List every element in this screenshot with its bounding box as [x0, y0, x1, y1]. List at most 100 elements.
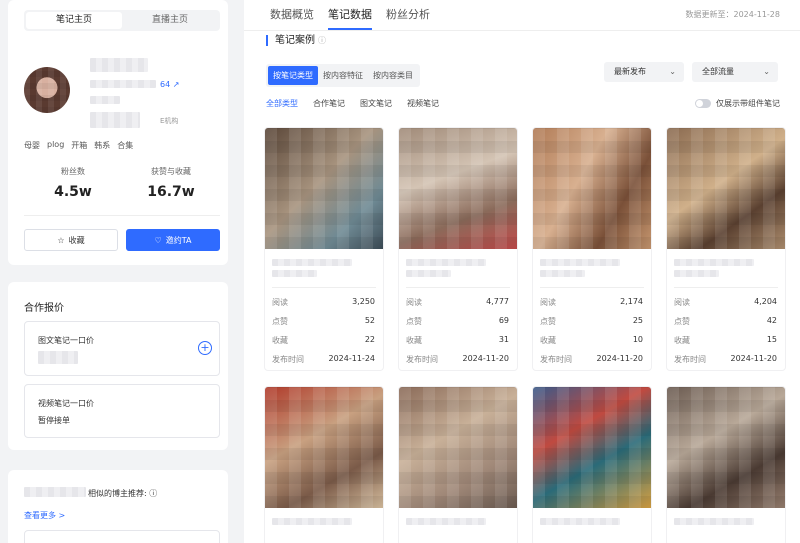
blurred-title [406, 518, 486, 525]
note-thumbnail [265, 387, 383, 508]
note-thumbnail [533, 128, 651, 249]
tag: 开箱 [71, 141, 88, 150]
note-card[interactable]: 阅读 3,250 点赞 52 收藏 22 发布时间 2024-11-24 [264, 127, 384, 371]
segment-by-feature[interactable]: 按内容特征 [318, 66, 368, 85]
divider [24, 215, 220, 216]
metric-favorites: 收藏 22 [272, 335, 375, 345]
blurred-info [90, 96, 120, 104]
type-filters: 全部类型 合作笔记 图文笔记 视频笔记 [266, 98, 439, 109]
blurred-title [674, 270, 719, 277]
section-title: 笔记案例 ⓘ [266, 35, 326, 46]
divider [244, 30, 800, 31]
note-thumbnail [667, 387, 785, 508]
note-card[interactable]: 阅读 2,174 点赞 25 收藏 10 发布时间 2024-11-20 [532, 127, 652, 371]
invite-label: 邀约TA [165, 235, 192, 245]
quote-image-note: 图文笔记一口价 + [24, 321, 220, 376]
metric-likes: 点赞 42 [674, 316, 777, 326]
tab-live-home[interactable]: 直播主页 [122, 12, 218, 29]
blurred-title [272, 259, 352, 266]
metric-date: 发布时间 2024-11-20 [540, 354, 643, 364]
tag: 合集 [117, 141, 134, 150]
filter-image[interactable]: 图文笔记 [360, 98, 392, 109]
org-label: E机构 [160, 117, 179, 125]
left-column: 笔记主页 直播主页 64 ↗ E机构 母婴 plog 开箱 韩系 合集 粉丝数 … [8, 0, 228, 543]
blurred-title [674, 518, 754, 525]
tab-note-data[interactable]: 笔记数据 [328, 0, 372, 30]
tab-notes-home[interactable]: 笔记主页 [26, 12, 122, 29]
add-icon[interactable]: + [198, 341, 212, 355]
stat-followers: 粉丝数 4.5w [24, 166, 122, 200]
metric-date: 发布时间 2024-11-20 [674, 354, 777, 364]
favorite-label: 收藏 [68, 235, 85, 245]
note-thumbnail [399, 387, 517, 508]
traffic-select[interactable]: 全部流量 ⌄ [692, 62, 778, 82]
stat-likes-favorites: 获赞与收藏 16.7w [122, 166, 220, 200]
divider [540, 287, 644, 288]
divider [272, 287, 376, 288]
filter-video[interactable]: 视频笔记 [407, 98, 439, 109]
info-icon[interactable]: ⓘ [318, 36, 326, 45]
note-thumbnail [667, 128, 785, 249]
segment-by-category[interactable]: 按内容类目 [368, 66, 418, 85]
notes-grid: 阅读 3,250 点赞 52 收藏 22 发布时间 2024-11-24 阅读 4,777… [264, 127, 786, 543]
metric-reads: 阅读 4,204 [674, 297, 777, 307]
component-toggle[interactable]: 仅展示带组件笔记 [695, 98, 780, 109]
blurred-id [90, 80, 156, 88]
note-card[interactable]: 阅读 4,777 点赞 69 收藏 31 发布时间 2024-11-20 [398, 127, 518, 371]
note-card[interactable] [532, 386, 652, 543]
toggle-switch[interactable] [695, 99, 711, 108]
note-card[interactable] [264, 386, 384, 543]
filter-cooperation[interactable]: 合作笔记 [313, 98, 345, 109]
note-card[interactable]: 阅读 4,204 点赞 42 收藏 15 发布时间 2024-11-20 [666, 127, 786, 371]
tag: plog [47, 140, 65, 149]
tag-list: 母婴 plog 开箱 韩系 合集 [24, 140, 133, 151]
quote-video-note: 视频笔记一口价 暂停接单 [24, 384, 220, 438]
info-icon: ⓘ [149, 489, 158, 498]
filter-all[interactable]: 全部类型 [266, 98, 298, 109]
sort-select[interactable]: 最新发布 ⌄ [604, 62, 684, 82]
metric-favorites: 收藏 31 [406, 335, 509, 345]
quote-card: 合作报价 图文笔记一口价 + 视频笔记一口价 暂停接单 [8, 282, 228, 450]
recommend-card: 相似的博主推荐: ⓘ 查看更多 > [8, 470, 228, 543]
recommend-item[interactable] [24, 530, 220, 543]
top-nav: 数据概览 笔记数据 粉丝分析 [270, 0, 430, 30]
metric-reads: 阅读 3,250 [272, 297, 375, 307]
blurred-title [540, 518, 620, 525]
tab-fan-analysis[interactable]: 粉丝分析 [386, 0, 430, 30]
blurred-title [406, 259, 486, 266]
quote-title: 合作报价 [24, 303, 64, 314]
metric-reads: 阅读 2,174 [540, 297, 643, 307]
note-card[interactable] [398, 386, 518, 543]
avatar [24, 67, 70, 113]
invite-button[interactable]: ♡ 邀约TA [126, 229, 220, 251]
blurred-title [272, 518, 352, 525]
blurred-name [90, 58, 148, 72]
stat-value: 4.5w [54, 184, 92, 200]
metric-likes: 点赞 25 [540, 316, 643, 326]
note-card[interactable] [666, 386, 786, 543]
profile-stats: 粉丝数 4.5w 获赞与收藏 16.7w [24, 166, 220, 200]
update-timestamp: 数据更新至：2024-11-28 [685, 10, 781, 19]
tag: 韩系 [94, 141, 111, 150]
favorite-button[interactable]: ☆ 收藏 [24, 229, 118, 251]
profile-link[interactable]: 64 ↗ [160, 80, 179, 89]
star-icon: ☆ [57, 235, 65, 245]
quote-label: 视频笔记一口价 [38, 399, 94, 408]
segment-by-type[interactable]: 按笔记类型 [268, 66, 318, 85]
profile-tabs: 笔记主页 直播主页 [24, 10, 220, 31]
tag: 母婴 [24, 141, 40, 150]
profile-card: 笔记主页 直播主页 64 ↗ E机构 母婴 plog 开箱 韩系 合集 粉丝数 … [8, 0, 228, 265]
stat-label: 获赞与收藏 [151, 167, 191, 176]
blurred-title [540, 259, 620, 266]
tab-data-overview[interactable]: 数据概览 [270, 0, 314, 30]
see-more-link[interactable]: 查看更多 > [24, 510, 65, 521]
stat-value: 16.7w [147, 184, 195, 200]
metric-favorites: 收藏 10 [540, 335, 643, 345]
chevron-down-icon: ⌄ [669, 67, 676, 76]
divider [674, 287, 778, 288]
blurred-bio [90, 112, 140, 128]
chevron-down-icon: ⌄ [763, 67, 770, 76]
main-panel: 数据概览 笔记数据 粉丝分析 数据更新至：2024-11-28 笔记案例 ⓘ 按笔… [244, 0, 800, 543]
metric-date: 发布时间 2024-11-20 [406, 354, 509, 364]
metric-likes: 点赞 69 [406, 316, 509, 326]
